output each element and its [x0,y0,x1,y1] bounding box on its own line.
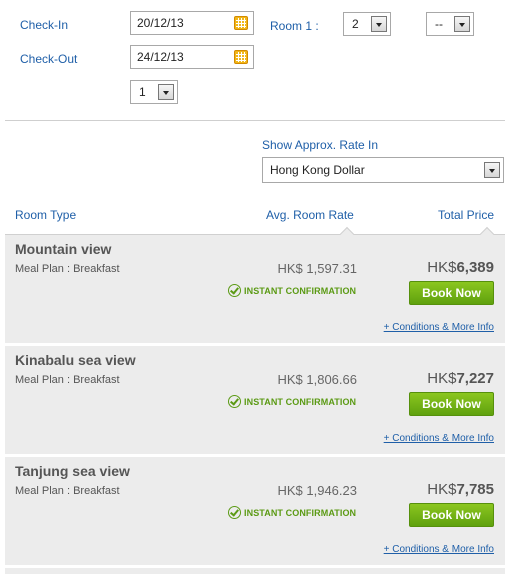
check-circle-icon [228,395,241,408]
instant-confirmation-label: INSTANT CONFIRMATION [244,508,357,518]
chevron-down-icon [158,84,174,100]
total-amount: 7,227 [456,370,494,387]
checkout-value: 24/12/13 [137,50,184,64]
checkin-value: 20/12/13 [137,16,184,30]
meal-plan: Meal Plan : Breakfast [15,485,120,497]
next-row-edge [5,568,505,574]
currency-value: Hong Kong Dollar [270,163,365,177]
checkout-field[interactable]: 24/12/13 [130,45,254,69]
avg-room-rate: HK$ 1,946.23 [277,483,357,498]
room-row: Tanjung sea view Meal Plan : Breakfast H… [5,457,505,565]
avg-room-rate: HK$ 1,597.31 [277,261,357,276]
checkin-label: Check-In [20,18,69,32]
conditions-link[interactable]: + Conditions & More Info [384,433,494,444]
currency-select[interactable]: Hong Kong Dollar [262,157,504,183]
instant-confirmation: INSTANT CONFIRMATION [228,284,356,297]
check-circle-icon [228,284,241,297]
adults-select[interactable]: 2 [343,12,391,36]
conditions-link[interactable]: + Conditions & More Info [384,544,494,555]
children-value: -- [435,17,443,31]
instant-confirmation-label: INSTANT CONFIRMATION [244,397,357,407]
check-circle-icon [228,506,241,519]
chevron-down-icon [371,16,387,32]
conditions-link[interactable]: + Conditions & More Info [384,322,494,333]
total-amount: 7,785 [456,481,494,498]
meal-plan: Meal Plan : Breakfast [15,263,120,275]
meal-plan: Meal Plan : Breakfast [15,374,120,386]
total-currency: HK$ [427,481,457,498]
col-total-price: Total Price [438,208,495,222]
instant-confirmation-label: INSTANT CONFIRMATION [244,286,357,296]
book-now-button[interactable]: Book Now [409,281,494,305]
room-row: Kinabalu sea view Meal Plan : Breakfast … [5,346,505,454]
adults-value: 2 [352,17,359,31]
avg-room-rate: HK$ 1,806.66 [277,372,357,387]
col-room-type: Room Type [15,208,77,222]
instant-confirmation: INSTANT CONFIRMATION [228,506,356,519]
chevron-down-icon [454,16,470,32]
room-name: Kinabalu sea view [15,352,136,368]
currency-label: Show Approx. Rate In [262,138,379,152]
total-price: HK$6,389 [427,259,494,276]
instant-confirmation: INSTANT CONFIRMATION [228,395,356,408]
calendar-icon[interactable] [234,50,248,64]
total-currency: HK$ [427,370,457,387]
chevron-down-icon [484,162,500,178]
total-currency: HK$ [427,259,457,276]
checkout-label: Check-Out [20,52,78,66]
calendar-icon[interactable] [234,16,248,30]
rooms-select[interactable]: 1 [130,80,178,104]
rooms-value: 1 [139,85,146,99]
total-price: HK$7,785 [427,481,494,498]
divider [5,120,505,121]
room-label: Room 1 : [270,19,319,33]
total-price: HK$7,227 [427,370,494,387]
total-amount: 6,389 [456,259,494,276]
book-now-button[interactable]: Book Now [409,503,494,527]
children-select[interactable]: -- [426,12,474,36]
room-name: Tanjung sea view [15,463,130,479]
checkin-field[interactable]: 20/12/13 [130,11,254,35]
room-name: Mountain view [15,241,112,257]
room-row: Mountain view Meal Plan : Breakfast HK$ … [5,235,505,343]
col-avg-rate: Avg. Room Rate [266,208,354,222]
book-now-button[interactable]: Book Now [409,392,494,416]
